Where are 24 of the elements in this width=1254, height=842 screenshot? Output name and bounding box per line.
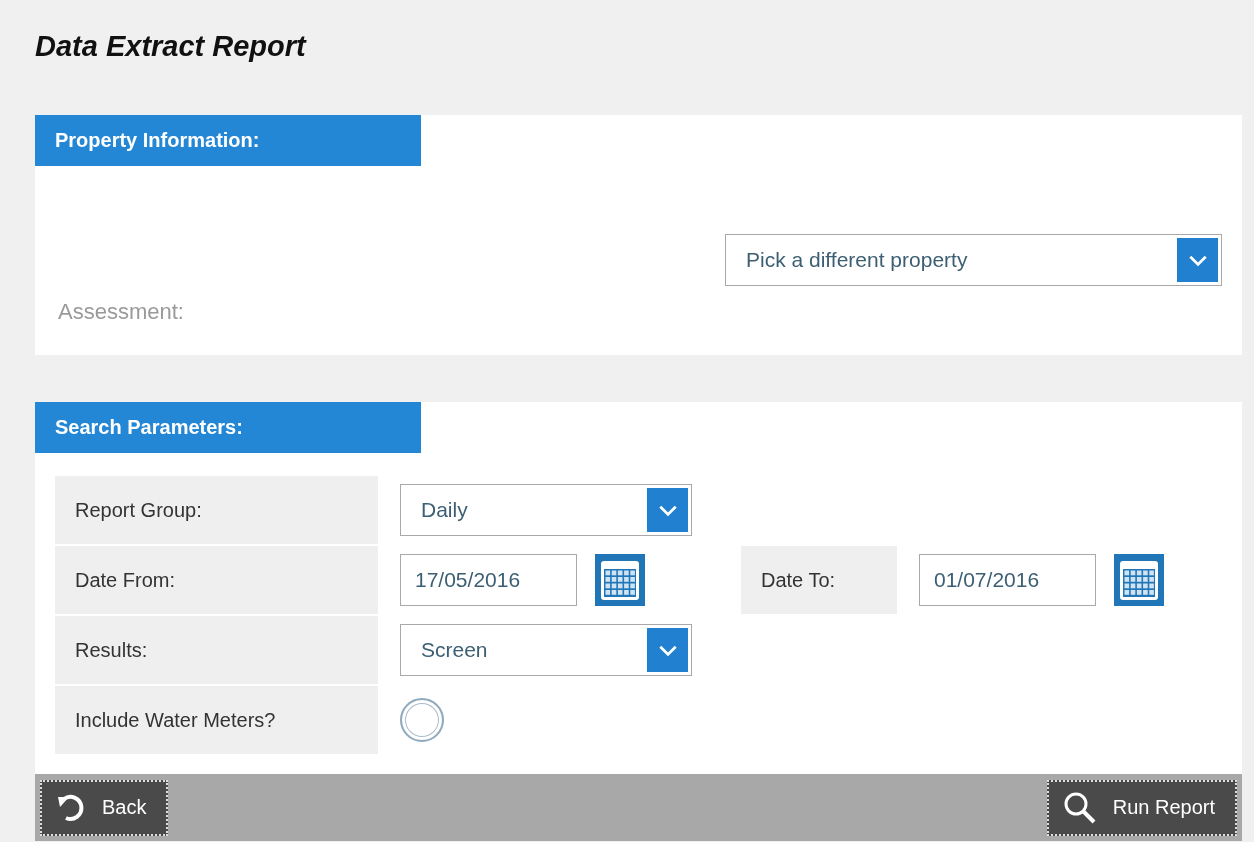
- dropdown[interactable]: Pick a different property: [725, 234, 1222, 286]
- dropdown[interactable]: Daily: [400, 484, 692, 536]
- search-icon: [1062, 790, 1097, 825]
- radio-button[interactable]: [400, 698, 444, 742]
- dropdown[interactable]: Screen: [400, 624, 692, 676]
- field-label: Date To:: [741, 546, 897, 614]
- field-label: Report Group:: [55, 476, 378, 544]
- field-label: Include Water Meters?: [55, 686, 378, 754]
- run-report-button[interactable]: Run Report: [1046, 779, 1237, 836]
- date-field[interactable]: 17/05/2016: [400, 554, 577, 606]
- chevron-down-icon[interactable]: [1177, 238, 1218, 282]
- back-button[interactable]: Back: [40, 779, 169, 836]
- chevron-down-icon[interactable]: [647, 628, 688, 672]
- date-field[interactable]: 01/07/2016: [919, 554, 1096, 606]
- field-label: Results:: [55, 616, 378, 684]
- chevron-down-icon[interactable]: [647, 488, 688, 532]
- page-title: Data Extract Report: [35, 29, 308, 64]
- field-label: Date From:: [55, 546, 378, 614]
- section-header: Property Information:: [35, 115, 421, 166]
- undo-icon: [56, 792, 86, 823]
- assessment-label: Assessment:: [57, 298, 184, 325]
- section-header: Search Parameters:: [35, 402, 421, 453]
- calendar-icon[interactable]: [595, 554, 645, 606]
- calendar-icon[interactable]: [1114, 554, 1164, 606]
